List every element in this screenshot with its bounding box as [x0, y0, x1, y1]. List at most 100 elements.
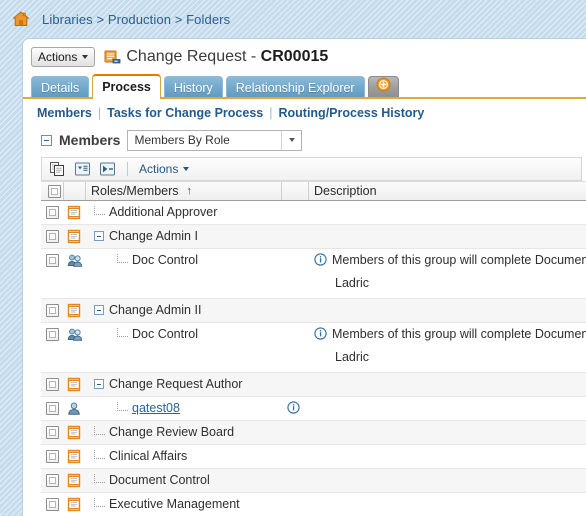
- row-select-cell[interactable]: [41, 445, 64, 468]
- row-icon-cell: [64, 493, 86, 516]
- row-select-cell[interactable]: [41, 225, 64, 248]
- row-select-cell[interactable]: [41, 469, 64, 492]
- column-header-roles-members[interactable]: Roles/Members ↑: [86, 182, 282, 200]
- row-select-cell[interactable]: [41, 373, 64, 396]
- row-checkbox[interactable]: [46, 474, 59, 487]
- row-select-cell[interactable]: [41, 299, 64, 322]
- collapse-members-icon[interactable]: [41, 134, 52, 146]
- role-scroll-icon: [67, 229, 81, 247]
- row-name-inner: Doc Control: [91, 253, 198, 267]
- row-name-cell: Change Request Author: [86, 373, 282, 396]
- row-checkbox[interactable]: [46, 426, 59, 439]
- table-row[interactable]: Change Review Board: [41, 421, 586, 445]
- tab-process[interactable]: Process: [92, 74, 161, 99]
- info-icon[interactable]: [314, 327, 327, 340]
- row-name-inner: Document Control: [91, 473, 210, 487]
- members-view-select[interactable]: Members By Role: [127, 129, 303, 151]
- row-spacer-cell: [282, 445, 309, 468]
- row-select-cell[interactable]: [41, 421, 64, 444]
- column-header-description-label: Description: [314, 184, 377, 198]
- copy-icon[interactable]: [49, 161, 66, 177]
- tab-details[interactable]: Details: [31, 76, 90, 99]
- list-item-label: Doc Control: [132, 327, 198, 341]
- description-subtext: Ladric: [335, 350, 370, 364]
- tab-add-new[interactable]: [367, 76, 399, 99]
- single-user-icon: [67, 401, 81, 419]
- content-panel: Actions Change Request - CR00015 Details…: [22, 38, 586, 516]
- row-checkbox[interactable]: [46, 230, 59, 243]
- row-select-cell[interactable]: [41, 323, 64, 372]
- row-checkbox[interactable]: [46, 328, 59, 341]
- table-row[interactable]: Additional Approver: [41, 201, 586, 225]
- members-view-select-value: Members By Role: [134, 133, 230, 147]
- subnav-item-routing-process-history[interactable]: Routing/Process History: [278, 106, 424, 120]
- row-checkbox[interactable]: [46, 402, 59, 415]
- row-select-cell[interactable]: [41, 493, 64, 516]
- collapse-node-icon[interactable]: [94, 231, 104, 241]
- row-select-cell[interactable]: [41, 397, 64, 420]
- table-row[interactable]: Change Admin I: [41, 225, 586, 249]
- row-name-inner: Doc Control: [91, 327, 198, 341]
- tab-relationship-explorer-label: Relationship Explorer: [235, 81, 355, 95]
- row-name-cell: Change Admin I: [86, 225, 282, 248]
- tab-relationship-explorer[interactable]: Relationship Explorer: [225, 76, 365, 99]
- table-row[interactable]: Executive Management: [41, 493, 586, 516]
- tab-details-label: Details: [41, 81, 80, 95]
- filter-list-icon[interactable]: [74, 161, 91, 177]
- subnav-item-members[interactable]: Members: [37, 106, 92, 120]
- tab-strip: Details Process History Relationship Exp…: [23, 74, 586, 99]
- row-icon-cell: [64, 469, 86, 492]
- spacer-column-header: [282, 182, 309, 200]
- row-checkbox[interactable]: [46, 498, 59, 511]
- row-name-cell: Doc Control: [86, 249, 282, 298]
- icon-column-header: [64, 182, 86, 200]
- subnav-item-tasks-for-change-process[interactable]: Tasks for Change Process: [107, 106, 263, 120]
- collapse-node-icon[interactable]: [94, 379, 104, 389]
- actions-button-label: Actions: [38, 50, 78, 64]
- collapse-node-icon[interactable]: [94, 305, 104, 315]
- row-icon-cell: [64, 299, 86, 322]
- row-spacer-cell: [282, 225, 309, 248]
- description-wrap: Members of this group will complete Docu…: [314, 327, 586, 364]
- page-title: Change Request - CR00015: [126, 48, 328, 66]
- select-all-checkbox[interactable]: [48, 185, 61, 198]
- info-icon[interactable]: [314, 253, 327, 266]
- tree-guide: [117, 253, 128, 263]
- row-select-cell[interactable]: [41, 249, 64, 298]
- tab-history[interactable]: History: [163, 76, 223, 99]
- expand-all-icon[interactable]: [99, 161, 116, 177]
- row-checkbox[interactable]: [46, 206, 59, 219]
- table-row[interactable]: qatest08: [41, 397, 586, 421]
- breadcrumb-text[interactable]: Libraries > Production > Folders: [42, 12, 230, 27]
- grid-actions-button[interactable]: Actions: [139, 162, 190, 176]
- subnav-divider: |: [269, 106, 273, 120]
- row-description-cell: [309, 493, 586, 516]
- table-row[interactable]: Clinical Affairs: [41, 445, 586, 469]
- row-checkbox[interactable]: [46, 254, 59, 267]
- table-row[interactable]: Change Admin II: [41, 299, 586, 323]
- row-checkbox[interactable]: [46, 378, 59, 391]
- row-checkbox[interactable]: [46, 304, 59, 317]
- row-name-inner: Change Admin II: [91, 303, 201, 317]
- chevron-down-icon: [82, 55, 89, 59]
- description-line: Members of this group will complete Docu…: [314, 327, 586, 341]
- row-select-cell[interactable]: [41, 201, 64, 224]
- column-header-description[interactable]: Description: [309, 182, 586, 200]
- tab-history-label: History: [173, 81, 213, 95]
- table-row[interactable]: Doc Control Members of this group will c…: [41, 323, 586, 373]
- row-icon-cell: [64, 373, 86, 396]
- table-row[interactable]: Doc Control Members of this group will c…: [41, 249, 586, 299]
- row-spacer-cell: [282, 397, 309, 420]
- home-icon[interactable]: [12, 10, 30, 28]
- table-row[interactable]: Change Request Author: [41, 373, 586, 397]
- column-header-roles-members-label: Roles/Members: [91, 184, 179, 198]
- description-text: Members of this group will complete Docu…: [332, 253, 586, 267]
- info-icon[interactable]: [287, 401, 300, 414]
- select-all-header[interactable]: [41, 182, 64, 200]
- member-link-qatest08[interactable]: qatest08: [132, 401, 180, 415]
- row-name-inner: Change Request Author: [91, 377, 242, 391]
- subnav: Members | Tasks for Change Process | Rou…: [23, 99, 586, 127]
- row-checkbox[interactable]: [46, 450, 59, 463]
- table-row[interactable]: Document Control: [41, 469, 586, 493]
- actions-button[interactable]: Actions: [31, 47, 96, 67]
